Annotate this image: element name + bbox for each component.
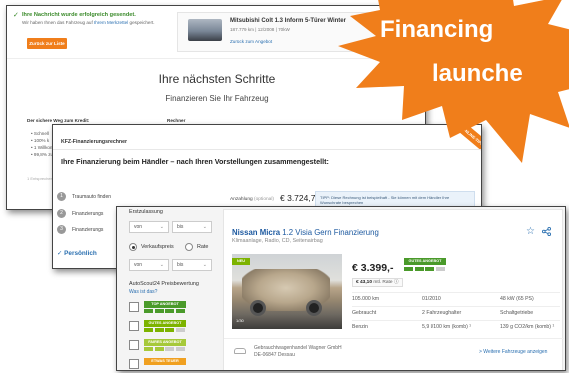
car-wheel (250, 300, 266, 316)
check-icon: ✓ (13, 12, 19, 19)
chevron-down-icon: ⌄ (159, 262, 164, 268)
vehicle-title[interactable]: Mitsubishi Colt 1.3 Inform 5-Türer Winte… (230, 18, 346, 24)
price-to-select[interactable]: bis ⌄ (172, 259, 212, 271)
spec-transmission: Schaltgetriebe (500, 310, 534, 316)
price-rating-badge: GUTES ANGEBOT (404, 258, 446, 265)
first-reg-to-select[interactable]: bis ⌄ (172, 221, 212, 233)
spec-condition: Gebraucht (352, 310, 377, 316)
listing-price: € 3.399,- (352, 262, 394, 274)
photo-count: 1/30 (236, 318, 244, 323)
fair-offer-badge: FAIRES ANGEBOT (144, 339, 186, 346)
good-offer-checkbox[interactable] (129, 321, 139, 331)
success-message: ✓ Ihre Nachricht wurde erfolgreich gesen… (13, 12, 173, 26)
price-radio-label: Verkaufspreis (141, 244, 174, 250)
bit-expensive-badge: ETWAS TEUER (144, 358, 186, 365)
step-financing-3[interactable]: 3 Finanzierungs (57, 225, 103, 234)
step-number: 3 (57, 225, 66, 234)
rating-bars (144, 328, 186, 332)
benefit-list: • Schnell • 100% k • 1 Willkom • 99,8% z… (31, 130, 54, 158)
top-offer-badge: TOP ANGEBOT (144, 301, 186, 308)
rating-bars (144, 309, 186, 313)
chevron-down-icon: ⌄ (159, 224, 164, 230)
chevron-down-icon: ⌄ (202, 224, 207, 230)
credit-section-title: Der sichere Weg zum Kredit: (27, 118, 90, 123)
filter-sidebar: Erstzulassung von ⌄ bis ⌄ Verkaufspreis Ra… (117, 207, 217, 370)
fair-offer-checkbox[interactable] (129, 340, 139, 350)
spec-owners: 2 Fahrzeughalter (422, 310, 462, 316)
rate-radio-label: Rate (197, 244, 209, 250)
calculator-title: KFZ-Finanzierungsrechner (61, 139, 128, 145)
monthly-rate[interactable]: € 43,10 mtl. Rate ⓘ (352, 278, 403, 287)
back-to-list-button[interactable]: Zurück zur Liste (27, 38, 67, 49)
success-title: Ihre Nachricht wurde erfolgreich gesende… (22, 12, 136, 18)
divider (224, 338, 564, 339)
rating-bars (144, 347, 186, 351)
spec-emissions: 139 g CO2/km (komb) ¹ (500, 324, 555, 330)
price-rating-bars (404, 267, 446, 271)
overlay-title-line2: launche (432, 60, 523, 87)
list-item: • 100% k (31, 138, 50, 143)
listing-features: Klimaanlage, Radio, CD, Seitenairbag (232, 238, 323, 244)
vehicle-thumbnail[interactable] (188, 19, 222, 41)
footnote: 1 Entsprechen (27, 176, 53, 181)
bit-expensive-checkbox[interactable] (129, 359, 139, 369)
car-wheel (306, 300, 322, 316)
spec-mileage: 105.000 km (352, 296, 380, 302)
good-offer-badge: GUTES ANGEBOT (144, 320, 186, 327)
first-reg-from-select[interactable]: von ⌄ (129, 221, 169, 233)
step-number: 2 (57, 209, 66, 218)
new-badge: NEU (232, 258, 250, 265)
overlay-title-line1: Financing (380, 16, 494, 43)
listing-title[interactable]: Nissan Micra 1.2 Visia Gern Finanzierung (232, 228, 379, 237)
rate-radio[interactable] (185, 243, 193, 251)
vehicle-details: 187.779 km | 12/2008 | 70kW (230, 27, 290, 32)
spec-fuel: Benzin (352, 324, 368, 330)
more-vehicles-link[interactable]: > Weitere Fahrzeuge anzeigen (479, 349, 547, 355)
step-number: 1 (57, 192, 66, 201)
calculator-section-title: Rechner (167, 118, 186, 123)
spec-power: 48 kW (65 PS) (500, 296, 534, 302)
spec-consumption: 5,9 l/100 km (komb) ¹ (422, 324, 472, 330)
step-financing-2[interactable]: 2 Finanzierungs (57, 209, 103, 218)
divider (352, 320, 560, 321)
car-photo[interactable]: NEU 1/30 (232, 254, 342, 329)
share-icon[interactable] (542, 227, 551, 238)
spec-first-reg: 01/2010 (422, 296, 441, 302)
watchlist-link[interactable]: Ihrem Merkzettel (94, 20, 128, 25)
dealer-location: DE-06847 Dessau (254, 352, 295, 358)
top-offer-checkbox[interactable] (129, 302, 139, 312)
down-payment-label: Anzahlung (optional) (230, 197, 275, 202)
info-icon[interactable]: ⓘ (394, 280, 399, 285)
list-item: • 99,8% zu (31, 152, 54, 157)
listing-page: Erstzulassung von ⌄ bis ⌄ Verkaufspreis Ra… (116, 206, 566, 371)
step-label: Traumauto finden (72, 193, 112, 200)
dealer-info: Gebrauchtwagenhandel Wagner GmbH DE-0684… (254, 345, 342, 359)
step-find-car[interactable]: 1 Traumauto finden (57, 192, 111, 201)
step-label: Finanzierungs (72, 210, 104, 217)
listing-card[interactable]: Nissan Micra 1.2 Visia Gern Finanzierung… (223, 209, 564, 370)
list-item: • 1 Willkom (31, 145, 54, 150)
dealer-name: Gebrauchtwagenhandel Wagner GmbH (254, 345, 342, 351)
step-label: Finanzierungs (72, 226, 104, 233)
price-from-select[interactable]: von ⌄ (129, 259, 169, 271)
success-desc: Wir haben Ihnen das Fahrzeug auf (22, 20, 93, 25)
dealer-car-icon (234, 348, 246, 354)
calculator-subtitle: Ihre Finanzierung beim Händler – nach Ih… (61, 157, 329, 166)
first-registration-label: Erstzulassung (129, 209, 163, 215)
list-item: • Schnell (31, 131, 49, 136)
personal-tab[interactable]: ✓ Persönlich (57, 249, 97, 257)
success-desc-suffix: gespeichert. (129, 20, 155, 25)
divider (352, 306, 560, 307)
price-radio[interactable] (129, 243, 137, 251)
what-is-this-link[interactable]: Was ist das? (129, 289, 157, 295)
star-icon[interactable]: ☆ (526, 226, 535, 237)
divider (352, 292, 560, 293)
chevron-down-icon: ⌄ (202, 262, 207, 268)
back-to-offer-link[interactable]: Zurück zum Angebot (230, 39, 272, 44)
price-rating-label: AutoScout24 Preisbewertung (129, 281, 199, 287)
